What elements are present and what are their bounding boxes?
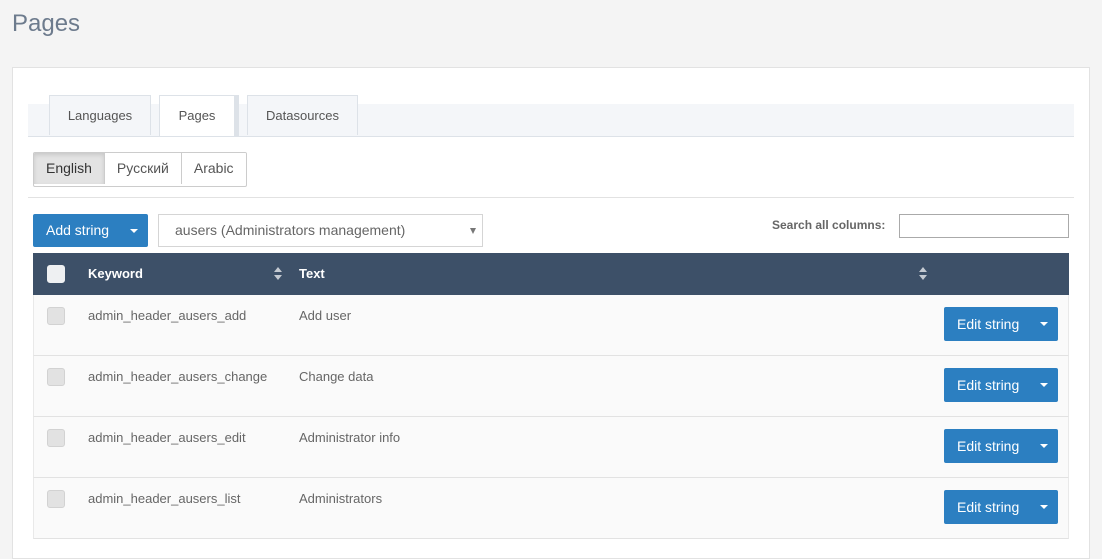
row-text: Administrators [299, 491, 383, 506]
row-checkbox[interactable] [47, 429, 65, 447]
tab-bar: Languages Pages Datasources [28, 95, 1074, 137]
table-header: Keyword Text [33, 253, 1069, 295]
language-arabic-button[interactable]: Arabic [181, 153, 246, 184]
edit-string-button-group: Edit string [944, 490, 1058, 524]
row-keyword: admin_header_ausers_add [88, 308, 247, 323]
language-switcher: English Русский Arabic [33, 152, 247, 187]
select-all-checkbox[interactable] [47, 265, 65, 283]
add-string-button[interactable]: Add string [33, 214, 120, 247]
page-select[interactable]: ausers (Administrators management) [158, 214, 483, 247]
row-text: Administrator info [299, 430, 401, 445]
caret-down-icon [1040, 322, 1048, 326]
page-select-value: ausers (Administrators management) [175, 222, 406, 238]
edit-string-button-group: Edit string [944, 307, 1058, 341]
table-row: admin_header_ausers_list Administrators … [33, 478, 1069, 539]
tab-pages[interactable]: Pages [159, 95, 239, 136]
language-english-button[interactable]: English [34, 153, 105, 184]
table-row: admin_header_ausers_add Add user Edit st… [33, 295, 1069, 356]
caret-down-icon [1040, 383, 1048, 387]
column-header-keyword[interactable]: Keyword [88, 266, 143, 281]
edit-string-button[interactable]: Edit string [944, 368, 1030, 402]
edit-string-button-group: Edit string [944, 368, 1058, 402]
caret-down-icon [1040, 444, 1048, 448]
edit-string-dropdown-toggle[interactable] [1030, 490, 1058, 524]
row-keyword: admin_header_ausers_change [88, 369, 268, 384]
tab-datasources[interactable]: Datasources [247, 95, 358, 135]
edit-string-button[interactable]: Edit string [944, 490, 1030, 524]
caret-down-icon [130, 228, 138, 233]
edit-string-button[interactable]: Edit string [944, 307, 1030, 341]
row-text: Change data [299, 369, 374, 384]
tab-languages[interactable]: Languages [49, 95, 151, 135]
divider [28, 197, 1074, 198]
language-russian-button[interactable]: Русский [104, 153, 182, 184]
sort-text-icon[interactable] [919, 267, 927, 281]
table-row: admin_header_ausers_change Change data E… [33, 356, 1069, 417]
row-checkbox[interactable] [47, 307, 65, 325]
page-title: Pages [12, 10, 81, 37]
table-row: admin_header_ausers_edit Administrator i… [33, 417, 1069, 478]
sort-keyword-icon[interactable] [274, 267, 282, 281]
row-checkbox[interactable] [47, 490, 65, 508]
search-input[interactable] [899, 214, 1069, 238]
caret-down-icon [1040, 505, 1048, 509]
edit-string-button[interactable]: Edit string [944, 429, 1030, 463]
add-string-button-group: Add string [33, 214, 148, 247]
row-keyword: admin_header_ausers_list [88, 491, 241, 506]
select-arrow-icon [470, 228, 476, 234]
edit-string-dropdown-toggle[interactable] [1030, 429, 1058, 463]
column-header-text[interactable]: Text [299, 266, 325, 281]
search-label: Search all columns: [772, 218, 886, 232]
row-text: Add user [299, 308, 352, 323]
edit-string-dropdown-toggle[interactable] [1030, 368, 1058, 402]
edit-string-button-group: Edit string [944, 429, 1058, 463]
edit-string-dropdown-toggle[interactable] [1030, 307, 1058, 341]
add-string-dropdown-toggle[interactable] [120, 214, 148, 247]
strings-table: Keyword Text admin_header_ausers_add Add… [33, 253, 1069, 539]
row-checkbox[interactable] [47, 368, 65, 386]
main-panel: Languages Pages Datasources English Русс… [12, 67, 1090, 559]
row-keyword: admin_header_ausers_edit [88, 430, 246, 445]
